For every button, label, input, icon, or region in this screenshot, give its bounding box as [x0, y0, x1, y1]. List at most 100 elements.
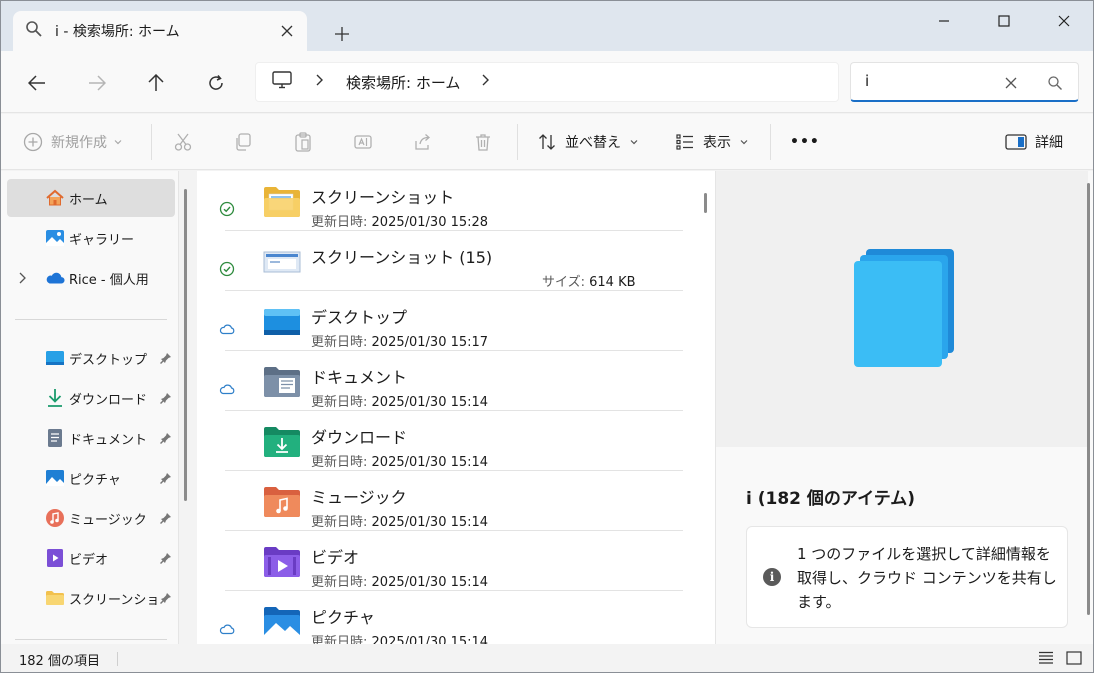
sidebar-item-documents[interactable]: ドキュメント [7, 419, 175, 457]
tiles-view-icon [1066, 651, 1082, 665]
videos-folder-icon [264, 547, 300, 577]
music-folder-icon [264, 487, 300, 517]
sidebar-item-onedrive[interactable]: Rice - 個人用 [7, 259, 175, 297]
share-icon [415, 134, 430, 150]
list-item[interactable]: ビデオ 更新日時: 2025/01/30 15:14 [197, 531, 715, 591]
details-view-button[interactable] [1037, 649, 1055, 667]
gallery-icon [45, 228, 65, 248]
cut-button[interactable] [173, 128, 193, 156]
pin-icon[interactable] [159, 431, 173, 445]
pin-icon[interactable] [159, 391, 173, 405]
sidebar-item-home[interactable]: ホーム [7, 179, 175, 217]
details-pane-icon [1005, 134, 1027, 150]
pin-icon[interactable] [159, 351, 173, 365]
sidebar-item-downloads[interactable]: ダウンロード [7, 379, 175, 417]
tab-search-home[interactable]: i - 検索場所: ホーム [13, 11, 307, 51]
share-button[interactable] [413, 128, 433, 156]
list-view-icon [676, 134, 693, 150]
pin-icon[interactable] [159, 551, 173, 565]
preview-area [716, 171, 1088, 447]
modified-date: 更新日時: 2025/01/30 15:14 [311, 635, 489, 644]
rename-button[interactable] [353, 128, 373, 156]
music-icon [45, 508, 65, 528]
navigation-bar: 検索場所: ホーム i [1, 51, 1093, 113]
divider [15, 639, 167, 640]
divider [15, 319, 167, 320]
paste-button[interactable] [293, 128, 313, 156]
search-input[interactable]: i [865, 72, 869, 90]
new-tab-button[interactable] [329, 21, 355, 47]
add-icon [23, 132, 43, 152]
modified-date: 更新日時: 2025/01/30 15:14 [311, 575, 489, 590]
list-item[interactable]: ダウンロード 更新日時: 2025/01/30 15:14 [197, 411, 715, 471]
details-button[interactable]: 詳細 [1005, 128, 1063, 156]
sidebar-item-gallery[interactable]: ギャラリー [7, 219, 175, 257]
more-button[interactable]: ••• [790, 128, 820, 156]
downloads-folder-icon [264, 427, 300, 457]
list-item[interactable]: ピクチャ 更新日時: 2025/01/30 15:14 [197, 591, 715, 644]
download-icon [45, 388, 65, 408]
list-item[interactable]: ミュージック 更新日時: 2025/01/30 15:14 [197, 471, 715, 531]
pictures-folder-icon [264, 607, 300, 637]
sidebar-item-screenshots[interactable]: スクリーンショット [7, 579, 175, 617]
sidebar-item-desktop[interactable]: デスクトップ [7, 339, 175, 377]
chevron-right-icon[interactable] [316, 74, 324, 90]
close-window-button[interactable] [1041, 7, 1087, 35]
back-button[interactable] [21, 67, 53, 99]
view-button[interactable]: 表示 [675, 128, 749, 156]
modified-date: 更新日時: 2025/01/30 15:17 [311, 335, 489, 350]
computer-icon [272, 71, 292, 93]
details-scrollbar[interactable] [1087, 183, 1090, 615]
modified-date: 更新日時: 2025/01/30 15:14 [311, 395, 489, 410]
document-icon [45, 428, 65, 448]
details-title: i (182 個のアイテム) [746, 489, 915, 509]
delete-button[interactable] [473, 128, 493, 156]
sidebar-item-music[interactable]: ミュージック [7, 499, 175, 537]
divider [770, 124, 771, 160]
large-icons-view-button[interactable] [1065, 649, 1083, 667]
pin-icon[interactable] [159, 471, 173, 485]
address-bar[interactable]: 検索場所: ホーム [255, 62, 839, 102]
desktop-icon [45, 348, 65, 368]
paste-icon [295, 132, 311, 152]
list-item[interactable]: スクリーンショット (15) サイズ: 614 KB [197, 231, 715, 291]
cut-icon [174, 133, 192, 151]
folder-icon [45, 588, 65, 608]
chevron-right-icon[interactable] [19, 272, 29, 284]
breadcrumb[interactable]: 検索場所: ホーム [346, 72, 460, 93]
refresh-button[interactable] [200, 67, 232, 99]
list-item[interactable]: ドキュメント 更新日時: 2025/01/30 15:14 [197, 351, 715, 411]
sidebar-scrollbar[interactable] [184, 189, 187, 501]
file-list: スクリーンショット 更新日時: 2025/01/30 15:28 スクリーンショ… [197, 171, 715, 644]
sidebar-item-pictures[interactable]: ピクチャ [7, 459, 175, 497]
home-icon [45, 188, 65, 208]
details-info-box: i 1 つのファイルを選択して詳細情報を取得し、クラウド コンテンツを共有します… [746, 526, 1068, 628]
list-view-icon [1039, 651, 1053, 664]
chevron-right-icon[interactable] [482, 74, 490, 90]
minimize-button[interactable] [921, 7, 967, 35]
chevron-down-icon [630, 140, 638, 145]
trash-icon [476, 134, 490, 151]
sidebar-scroll-track [178, 171, 196, 644]
new-button[interactable]: 新規作成 [23, 128, 123, 156]
copy-button[interactable] [233, 128, 253, 156]
file-size: サイズ: 614 KB [542, 275, 636, 290]
close-tab-icon[interactable] [277, 21, 297, 41]
folder-icon [264, 187, 300, 217]
up-button[interactable] [140, 67, 172, 99]
maximize-button[interactable] [981, 7, 1027, 35]
forward-button[interactable] [81, 67, 113, 99]
navigation-pane: ホーム ギャラリー Rice - 個人用 デスクトップ ダウンロード ドキュメン… [1, 171, 196, 644]
chevron-down-icon [740, 140, 748, 145]
search-icon[interactable] [1045, 73, 1065, 93]
list-item[interactable]: スクリーンショット 更新日時: 2025/01/30 15:28 [197, 171, 715, 231]
search-box[interactable]: i [850, 62, 1079, 102]
file-list-scrollbar[interactable] [704, 193, 707, 213]
clear-icon[interactable] [1001, 73, 1021, 93]
sort-button[interactable]: 並べ替え [537, 128, 639, 156]
sidebar-item-videos[interactable]: ビデオ [7, 539, 175, 577]
list-item[interactable]: デスクトップ 更新日時: 2025/01/30 15:17 [197, 291, 715, 351]
pin-icon[interactable] [159, 591, 173, 605]
image-thumbnail-icon [263, 251, 301, 273]
pin-icon[interactable] [159, 511, 173, 525]
